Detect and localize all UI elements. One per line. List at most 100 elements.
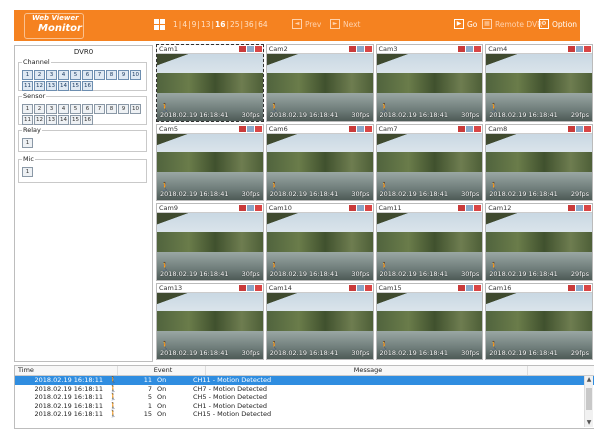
close-icon[interactable]: [254, 205, 262, 211]
record-icon[interactable]: [238, 125, 246, 132]
record-icon[interactable]: [568, 46, 575, 52]
channel-button-15[interactable]: 15: [70, 81, 81, 91]
record-icon[interactable]: [458, 205, 466, 211]
snapshot-icon[interactable]: [576, 46, 583, 52]
sensor-indicator-11[interactable]: 11: [22, 115, 33, 125]
snapshot-icon[interactable]: [576, 125, 583, 132]
event-row[interactable]: 2018.02.19 16:18:11 🚶 11 On CH11 - Motion De…: [15, 376, 594, 385]
record-icon[interactable]: [348, 205, 356, 211]
split-option-36[interactable]: 36: [243, 20, 255, 29]
split-option-1[interactable]: 1: [172, 20, 179, 29]
close-icon[interactable]: [364, 284, 372, 291]
camera-tile[interactable]: Cam12 🚶 2018.02.19 16:18:41 29fps: [485, 203, 593, 281]
channel-button-14[interactable]: 14: [58, 81, 69, 91]
snapshot-icon[interactable]: [246, 284, 254, 291]
channel-button-1[interactable]: 1: [22, 70, 33, 80]
snapshot-icon[interactable]: [356, 205, 364, 211]
camera-tile[interactable]: Cam8 🚶 2018.02.19 16:18:41 29fps: [485, 123, 593, 201]
sensor-indicator-1[interactable]: 1: [22, 104, 33, 114]
camera-tile[interactable]: Cam9 🚶 2018.02.19 16:18:41 30fps: [156, 203, 264, 281]
channel-button-8[interactable]: 8: [106, 70, 117, 80]
split-option-25[interactable]: 25: [229, 20, 241, 29]
sensor-indicator-14[interactable]: 14: [58, 115, 69, 125]
close-icon[interactable]: [364, 125, 372, 132]
sensor-indicator-13[interactable]: 13: [46, 115, 57, 125]
camera-tile[interactable]: Cam6 🚶 2018.02.19 16:18:41 30fps: [265, 123, 374, 201]
snapshot-icon[interactable]: [466, 46, 474, 52]
close-icon[interactable]: [474, 125, 482, 132]
record-icon[interactable]: [348, 46, 356, 52]
sensor-indicator-12[interactable]: 12: [34, 115, 45, 125]
channel-button-9[interactable]: 9: [118, 70, 129, 80]
snapshot-icon[interactable]: [466, 284, 474, 291]
snapshot-icon[interactable]: [356, 125, 364, 132]
go-button[interactable]: ▶ Go: [454, 19, 477, 29]
time-column-header[interactable]: Time: [15, 366, 118, 375]
sensor-indicator-7[interactable]: 7: [94, 104, 105, 114]
channel-button-2[interactable]: 2: [34, 70, 45, 80]
channel-button-11[interactable]: 11: [22, 81, 33, 91]
close-icon[interactable]: [584, 125, 591, 132]
mic-button-1[interactable]: 1: [22, 167, 33, 177]
dvr-title[interactable]: DVR0: [15, 48, 152, 56]
sensor-indicator-16[interactable]: 16: [82, 115, 93, 125]
record-icon[interactable]: [568, 125, 575, 132]
camera-tile[interactable]: Cam15 🚶 2018.02.19 16:18:41 30fps: [375, 282, 484, 360]
scroll-down-icon[interactable]: ▼: [585, 419, 593, 427]
snapshot-icon[interactable]: [356, 46, 364, 52]
close-icon[interactable]: [474, 205, 482, 211]
sensor-indicator-2[interactable]: 2: [34, 104, 45, 114]
snapshot-icon[interactable]: [466, 205, 474, 211]
close-icon[interactable]: [584, 205, 591, 211]
close-icon[interactable]: [364, 205, 372, 211]
channel-button-4[interactable]: 4: [58, 70, 69, 80]
layout-grid-icon[interactable]: [154, 19, 165, 30]
channel-button-5[interactable]: 5: [70, 70, 81, 80]
snapshot-icon[interactable]: [246, 205, 254, 211]
record-icon[interactable]: [238, 205, 246, 211]
close-icon[interactable]: [254, 46, 262, 52]
camera-tile[interactable]: Cam4 🚶 2018.02.19 16:18:41 29fps: [485, 44, 593, 122]
record-icon[interactable]: [348, 125, 356, 132]
event-log-scrollbar[interactable]: ▲ ▼: [584, 376, 593, 427]
sensor-indicator-15[interactable]: 15: [70, 115, 81, 125]
next-button[interactable]: ► Next: [330, 19, 360, 29]
close-icon[interactable]: [254, 284, 262, 291]
sensor-indicator-6[interactable]: 6: [82, 104, 93, 114]
snapshot-icon[interactable]: [576, 284, 583, 291]
camera-tile[interactable]: Cam7 🚶 2018.02.19 16:18:41 30fps: [375, 123, 484, 201]
event-row[interactable]: 2018.02.19 16:18:11 🚶 7 On CH7 - Motion Dete…: [15, 385, 594, 394]
record-icon[interactable]: [568, 205, 575, 211]
close-icon[interactable]: [474, 284, 482, 291]
event-row[interactable]: 2018.02.19 16:18:11 🚶 5 On CH5 - Motion Dete…: [15, 393, 594, 402]
snapshot-icon[interactable]: [466, 125, 474, 132]
channel-button-13[interactable]: 13: [46, 81, 57, 91]
remote-dvr-button[interactable]: ▦ Remote DVR: [482, 19, 542, 29]
channel-button-6[interactable]: 6: [82, 70, 93, 80]
split-option-16[interactable]: 16: [214, 20, 226, 29]
message-column-header[interactable]: Message: [206, 366, 528, 375]
event-row[interactable]: 2018.02.19 16:18:11 🚶 1 On CH1 - Motion Dete…: [15, 402, 594, 411]
channel-button-10[interactable]: 10: [130, 70, 141, 80]
record-icon[interactable]: [458, 125, 466, 132]
scroll-thumb[interactable]: [586, 388, 592, 410]
split-option-64[interactable]: 64: [257, 20, 269, 29]
prev-button[interactable]: ◄ Prev: [292, 19, 321, 29]
channel-button-16[interactable]: 16: [82, 81, 93, 91]
record-icon[interactable]: [458, 46, 466, 52]
camera-tile[interactable]: Cam13 🚶 2018.02.19 16:18:41 30fps: [156, 282, 264, 360]
sensor-indicator-5[interactable]: 5: [70, 104, 81, 114]
camera-tile[interactable]: Cam11 🚶 2018.02.19 16:18:41 30fps: [375, 203, 484, 281]
channel-button-7[interactable]: 7: [94, 70, 105, 80]
record-icon[interactable]: [348, 284, 356, 291]
event-column-header[interactable]: Event: [118, 366, 206, 375]
sensor-indicator-4[interactable]: 4: [58, 104, 69, 114]
snapshot-icon[interactable]: [246, 125, 254, 132]
camera-tile[interactable]: Cam16 🚶 2018.02.19 16:18:41 29fps: [485, 282, 593, 360]
close-icon[interactable]: [584, 284, 591, 291]
option-button[interactable]: ⚙ Option: [539, 19, 577, 29]
record-icon[interactable]: [238, 284, 246, 291]
camera-tile[interactable]: Cam14 🚶 2018.02.19 16:18:41 30fps: [265, 282, 374, 360]
scroll-up-icon[interactable]: ▲: [585, 376, 593, 384]
relay-button-1[interactable]: 1: [22, 138, 33, 148]
